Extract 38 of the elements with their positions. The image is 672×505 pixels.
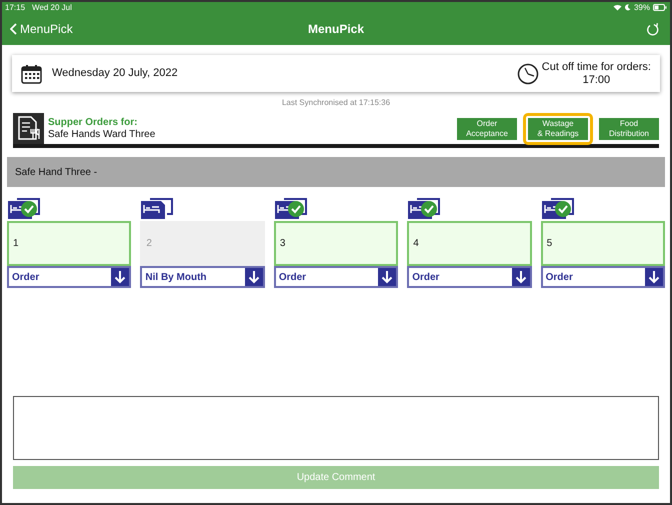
screen-title: MenuPick: [308, 21, 364, 38]
menu-document-icon: [13, 113, 44, 144]
bed-number: 5: [546, 237, 552, 251]
cutoff-label: Cut off time for orders:: [542, 60, 651, 74]
battery-icon: [653, 4, 667, 11]
ward-name: Safe Hands Ward Three: [48, 128, 156, 140]
calendar-icon: [21, 64, 42, 84]
section-title: Safe Hand Three -: [15, 166, 98, 180]
status-time: 17:15: [5, 2, 26, 14]
bed-number-box[interactable]: 5: [540, 221, 666, 266]
orders-heading: Supper Orders for:: [48, 116, 138, 128]
back-button[interactable]: MenuPick: [10, 20, 73, 38]
nav-tab[interactable]: Wastage & Readings: [523, 113, 593, 145]
comment-field[interactable]: [13, 396, 659, 460]
date-text: Wednesday 20 July, 2022: [52, 66, 178, 82]
meal-choice-dropdown[interactable]: Order: [274, 266, 398, 288]
status-date: Wed 20 Jul: [32, 2, 72, 14]
clock-icon: [516, 62, 539, 84]
meal-choice-dropdown[interactable]: Order: [540, 266, 666, 288]
bed-number-box[interactable]: 4: [407, 221, 532, 266]
bed-number: 3: [280, 237, 286, 251]
bed-number: 1: [13, 237, 19, 251]
bed-number-box[interactable]: 3: [274, 221, 398, 266]
nav-tab[interactable]: Order Acceptance: [457, 118, 517, 140]
nav-tab[interactable]: Food Distribution: [599, 118, 659, 140]
moon-icon: [624, 4, 631, 11]
meal-choice-dropdown[interactable]: Nil By Mouth: [140, 266, 265, 288]
bed-number: 2: [146, 237, 152, 251]
meal-choice-dropdown[interactable]: Order: [407, 266, 532, 288]
bed-number: 4: [413, 237, 419, 251]
battery-percentage: 39%: [634, 2, 650, 14]
wifi-icon: [612, 4, 622, 11]
bed-number-box[interactable]: 1: [7, 221, 132, 266]
refresh-icon[interactable]: [646, 22, 660, 36]
back-chevron-icon: [10, 23, 17, 35]
sync-status: Last Synchronised at 17:15:36: [282, 97, 390, 109]
meal-choice-dropdown[interactable]: Order: [7, 266, 132, 288]
cutoff-time: 17:00: [582, 74, 610, 86]
